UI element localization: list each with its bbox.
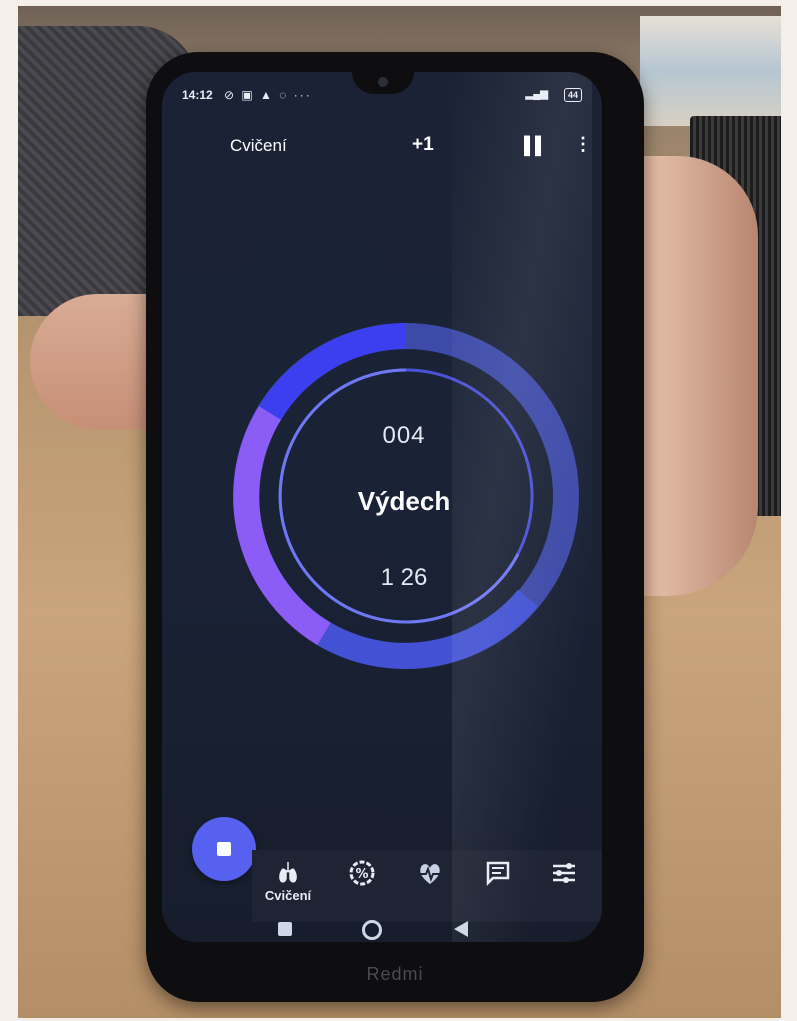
percent-badge-icon: % bbox=[349, 860, 375, 886]
phone-screen: 14:12 ⊘ ▣ ▲ ◌ ··· ▂▄▆ 44 Cvičení +1 ▌▌ ⋮ bbox=[162, 72, 602, 942]
nav-item-exercise[interactable]: Cvičení bbox=[258, 850, 318, 922]
smartphone: 14:12 ⊘ ▣ ▲ ◌ ··· ▂▄▆ 44 Cvičení +1 ▌▌ ⋮ bbox=[146, 52, 644, 1002]
home-circle-icon[interactable] bbox=[362, 920, 382, 940]
status-time: 14:12 bbox=[182, 88, 213, 102]
svg-text:%: % bbox=[355, 867, 368, 882]
device-brand-logo: Redmi bbox=[366, 964, 424, 984]
stop-button[interactable] bbox=[192, 817, 256, 881]
outer-ring-segment-blue bbox=[258, 323, 407, 420]
nav-item-stats[interactable]: % bbox=[332, 850, 392, 922]
stop-icon bbox=[217, 842, 231, 856]
nav-item-label: Cvičení bbox=[264, 888, 312, 903]
background-books bbox=[640, 16, 781, 126]
page-title: Cvičení bbox=[230, 136, 287, 155]
notification-icons: ⊘ ▣ ▲ ◌ ··· bbox=[224, 88, 312, 102]
lungs-icon bbox=[279, 862, 297, 883]
add-one-button[interactable]: +1 bbox=[412, 134, 434, 156]
front-camera bbox=[378, 77, 388, 87]
heart-pulse-icon bbox=[420, 864, 440, 884]
nav-item-heart[interactable] bbox=[400, 850, 460, 922]
recents-square-icon[interactable] bbox=[278, 922, 292, 936]
photo-background: 14:12 ⊘ ▣ ▲ ◌ ··· ▂▄▆ 44 Cvičení +1 ▌▌ ⋮ bbox=[18, 6, 781, 1018]
screen-glare bbox=[452, 72, 592, 942]
